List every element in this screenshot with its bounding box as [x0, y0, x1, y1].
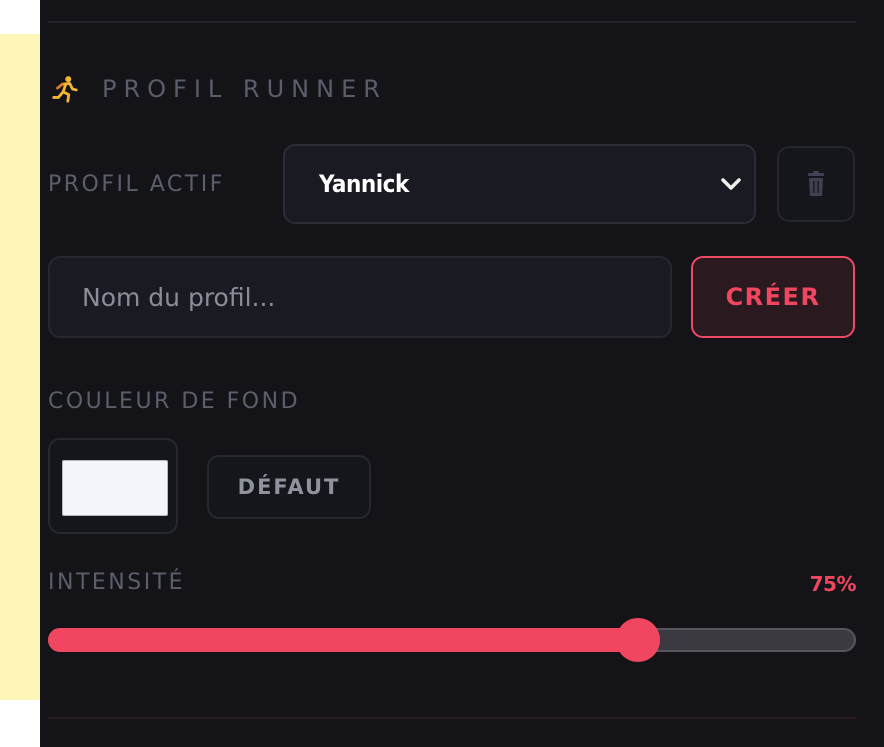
active-profile-value: Yannick	[319, 170, 409, 198]
profile-name-input[interactable]	[48, 256, 672, 338]
slider-fill	[48, 628, 638, 652]
intensity-slider[interactable]	[48, 618, 856, 662]
background-color-label: COULEUR DE FOND	[48, 389, 301, 414]
create-profile-button[interactable]: CRÉER	[691, 256, 855, 338]
running-person-icon	[52, 76, 78, 103]
side-panel	[0, 34, 41, 700]
default-color-button[interactable]: DÉFAUT	[207, 455, 371, 519]
color-swatch	[62, 460, 168, 516]
chevron-down-icon	[721, 178, 741, 190]
divider-top	[48, 21, 856, 23]
intensity-value: 75%	[809, 572, 857, 596]
intensity-label: INTENSITÉ	[48, 570, 186, 595]
delete-profile-button[interactable]	[777, 146, 855, 222]
profile-section-header: PROFIL RUNNER	[50, 72, 387, 106]
active-profile-select[interactable]: Yannick	[283, 144, 756, 224]
active-profile-label: PROFIL ACTIF	[48, 172, 225, 197]
profile-section-title: PROFIL RUNNER	[102, 75, 387, 103]
slider-thumb[interactable]	[616, 618, 660, 662]
divider-bottom	[48, 717, 856, 719]
trash-icon	[808, 171, 824, 196]
background-color-picker[interactable]	[48, 438, 178, 534]
